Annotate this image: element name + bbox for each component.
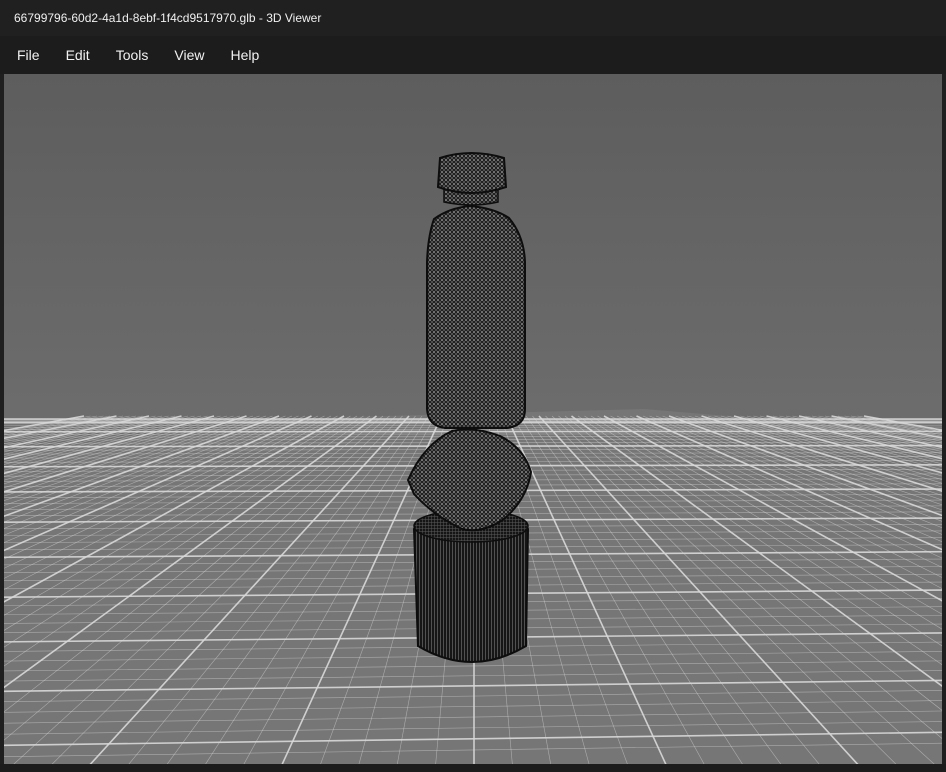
menu-tools[interactable]: Tools [107, 41, 158, 69]
cylinder-mesh[interactable] [412, 509, 530, 663]
menu-edit[interactable]: Edit [57, 41, 99, 69]
menu-view[interactable]: View [165, 41, 213, 69]
menu-file[interactable]: File [8, 41, 49, 69]
window-bottom-border [0, 764, 946, 772]
scene-canvas[interactable] [4, 74, 942, 764]
window-title: 66799796-60d2-4a1d-8ebf-1f4cd9517970.glb… [14, 11, 322, 25]
menu-help[interactable]: Help [221, 41, 268, 69]
3d-viewport[interactable] [4, 74, 942, 764]
menu-bar: File Edit Tools View Help [0, 36, 946, 74]
title-bar: 66799796-60d2-4a1d-8ebf-1f4cd9517970.glb… [0, 0, 946, 36]
